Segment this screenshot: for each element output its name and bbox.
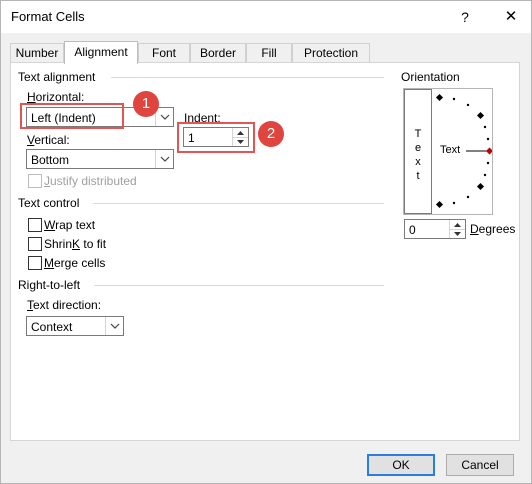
tab-border[interactable]: Border	[190, 43, 246, 63]
annotation-badge-2: 2	[258, 121, 284, 147]
spin-down-icon[interactable]	[450, 229, 465, 238]
horizontal-label: Horizontal:	[27, 90, 85, 104]
text-alignment-title: Text alignment	[18, 70, 96, 84]
chevron-down-icon[interactable]	[155, 108, 173, 126]
ok-button[interactable]: OK	[367, 454, 435, 476]
close-button[interactable]: ✕	[500, 6, 522, 28]
text-direction-label: Text direction:	[27, 298, 102, 312]
chevron-down-icon[interactable]	[105, 317, 123, 335]
tab-alignment[interactable]: Alignment	[64, 41, 138, 64]
tab-number[interactable]: Number	[10, 43, 64, 63]
tab-font[interactable]: Font	[138, 43, 190, 63]
divider	[94, 285, 384, 286]
degrees-spin-buttons	[449, 220, 465, 238]
text-control-title: Text control	[18, 196, 80, 210]
degrees-spinner[interactable]: 0	[404, 219, 466, 239]
vertical-text-char: e	[414, 142, 422, 154]
dial-text-label: Text	[440, 144, 461, 156]
merge-cells-label: Merge cells	[44, 256, 106, 270]
orientation-title: Orientation	[401, 70, 460, 84]
alignment-panel: Text alignment Horizontal: Left (Indent)…	[10, 62, 520, 441]
vertical-text-char: t	[416, 170, 420, 182]
divider	[111, 77, 384, 78]
tab-protection[interactable]: Protection	[292, 43, 370, 63]
cancel-button[interactable]: Cancel	[446, 454, 514, 476]
title-bar: Format Cells ? ✕	[1, 1, 531, 33]
justify-distributed-checkbox[interactable]	[28, 174, 42, 188]
justify-distributed-label: Justify distributed	[44, 174, 137, 188]
vertical-text-button[interactable]: T e x t	[404, 89, 432, 214]
merge-cells-checkbox[interactable]	[28, 256, 42, 270]
annotation-badge-1: 1	[133, 91, 159, 117]
highlight-box-horizontal	[20, 103, 124, 129]
chevron-down-icon[interactable]	[155, 150, 173, 168]
text-direction-select[interactable]: Context	[26, 316, 124, 336]
shrink-to-fit-label: ShrinK to fit	[44, 237, 107, 251]
wrap-text-label: Wrap text	[44, 218, 96, 232]
shrink-to-fit-checkbox[interactable]	[28, 237, 42, 251]
right-to-left-title: Right-to-left	[18, 278, 81, 292]
highlight-box-indent	[177, 122, 255, 153]
text-direction-value: Context	[31, 320, 73, 334]
vertical-text-char: T	[414, 128, 422, 140]
vertical-select[interactable]: Bottom	[26, 149, 174, 169]
format-cells-dialog: Format Cells ? ✕ Number Alignment Font B…	[0, 0, 532, 484]
tab-fill[interactable]: Fill	[246, 43, 292, 63]
divider	[93, 203, 384, 204]
degrees-value: 0	[409, 223, 416, 237]
dialog-title: Format Cells	[11, 9, 85, 24]
degrees-label: Degrees	[470, 222, 516, 236]
vertical-value: Bottom	[31, 153, 70, 167]
help-button[interactable]: ?	[454, 6, 476, 28]
vertical-label: Vertical:	[27, 133, 70, 147]
wrap-text-checkbox[interactable]	[28, 218, 42, 232]
orientation-control: T e x t Text	[403, 88, 493, 215]
vertical-text-char: x	[415, 156, 421, 168]
